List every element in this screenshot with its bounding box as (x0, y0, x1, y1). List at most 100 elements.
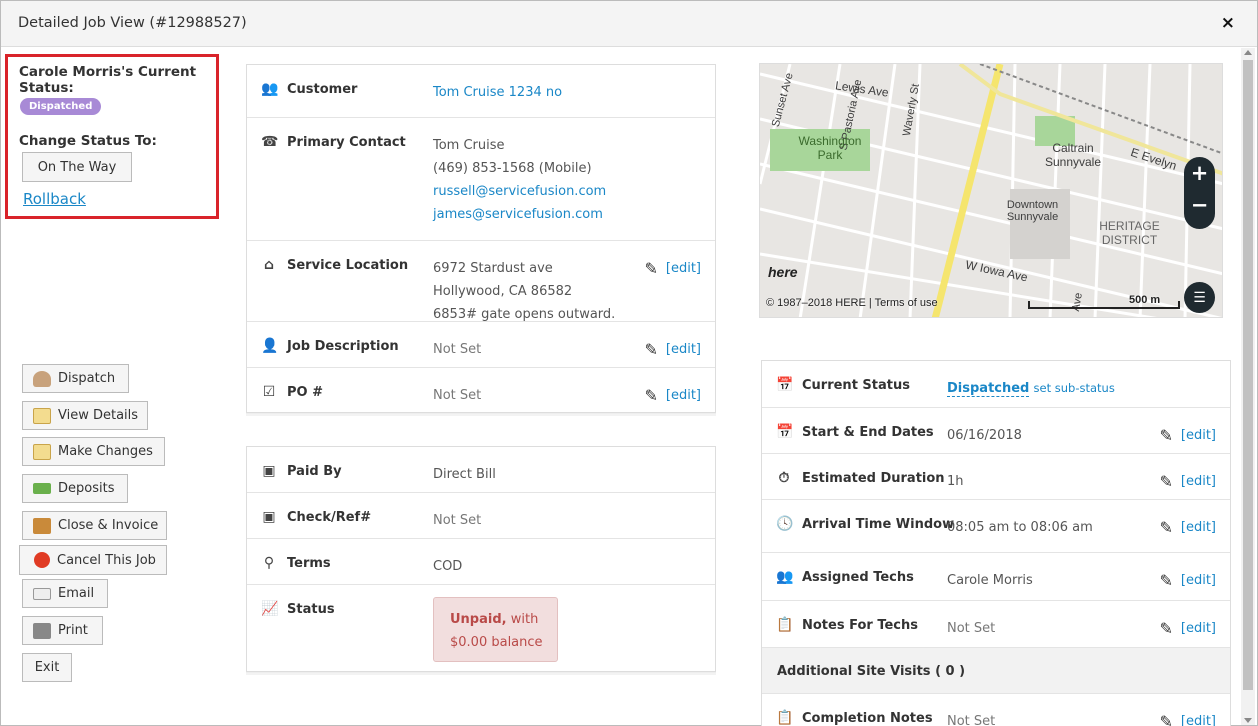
contact-name: Tom Cruise (433, 138, 505, 153)
completion-notes-label: Completion Notes (802, 710, 933, 726)
pencil-icon: ✎ (644, 259, 658, 278)
close-invoice-button[interactable]: Close & Invoice (22, 511, 167, 540)
close-invoice-label: Close & Invoice (58, 518, 159, 533)
line-chart-icon: 📈 (261, 601, 279, 617)
set-sub-status-link[interactable]: set sub-status (1034, 381, 1115, 395)
edit-description-button[interactable]: ✎ [edit] (644, 340, 701, 359)
rollback-link[interactable]: Rollback (23, 190, 86, 208)
dispatch-label: Dispatch (58, 371, 116, 386)
primary-contact-row: ☎ Primary Contact Tom Cruise (469) 853-15… (247, 118, 715, 241)
pencil-icon: ✎ (1159, 571, 1173, 590)
on-the-way-button[interactable]: On The Way (22, 152, 132, 182)
customer-label: Customer (287, 81, 358, 97)
job-description-row: 👤 Job Description Not Set ✎ [edit] (247, 322, 715, 368)
unpaid-text: Unpaid, (450, 612, 507, 627)
service-location-label: Service Location (287, 257, 409, 273)
close-button[interactable]: × (1221, 13, 1235, 33)
contact-phone: (469) 853-1568 (Mobile) (433, 161, 592, 176)
arrival-window-label: Arrival Time Window (802, 516, 955, 532)
notes-for-techs-label: Notes For Techs (802, 617, 918, 633)
deposits-label: Deposits (58, 481, 115, 496)
calendar-icon: 📅 (776, 377, 794, 393)
stopwatch-icon: ⏱ (778, 470, 790, 486)
people-icon: 👥 (776, 569, 794, 585)
notepad-icon (33, 407, 51, 424)
assigned-techs-value: Carole Morris (947, 573, 1033, 588)
payment-status-label: Status (287, 601, 335, 617)
place-label: HERITAGE DISTRICT (1099, 219, 1160, 247)
print-button[interactable]: Print (22, 616, 103, 645)
money-icon: ▣ (262, 463, 276, 479)
current-status-row: 📅 Current Status Dispatched set sub-statu… (762, 361, 1230, 408)
pencil-notepad-icon (33, 443, 51, 460)
scrollbar[interactable] (1241, 48, 1255, 725)
edit-po-button[interactable]: ✎ [edit] (644, 386, 701, 405)
assigned-techs-label: Assigned Techs (802, 569, 914, 585)
current-status-label: Current Status (802, 377, 910, 393)
unpaid-alert: Unpaid, with $0.00 balance (433, 597, 558, 662)
dates-label: Start & End Dates (802, 424, 934, 440)
exit-label: Exit (34, 660, 60, 675)
completion-notes-row: 📋 Completion Notes Not Set ✎ [edit] (762, 694, 1230, 726)
zoom-out-button[interactable]: − (1184, 193, 1215, 217)
deposits-button[interactable]: Deposits (22, 474, 128, 503)
edit-completion-button[interactable]: ✎ [edit] (1159, 712, 1216, 726)
change-status-label: Change Status To: (19, 133, 157, 149)
make-changes-button[interactable]: Make Changes (22, 437, 165, 466)
printer-icon (33, 622, 51, 639)
email-button[interactable]: Email (22, 579, 108, 608)
job-description-value: Not Set (433, 342, 482, 357)
zoom-in-button[interactable]: + (1184, 161, 1215, 185)
scroll-up-icon[interactable] (1244, 50, 1252, 55)
clipboard-icon: 📋 (776, 710, 794, 726)
current-status-box: Carole Morris's Current Status: Dispatch… (5, 54, 219, 219)
billing-panel: ▣ Paid By Direct Bill ▣ Check/Ref# Not Set… (246, 446, 716, 672)
notes-for-techs-row: 📋 Notes For Techs Not Set ✎ [edit] (762, 601, 1230, 648)
po-row: ☑ PO # Not Set ✎ [edit] (247, 368, 715, 414)
check-ref-row: ▣ Check/Ref# Not Set (247, 493, 715, 539)
email-label: Email (58, 586, 95, 601)
map-scale-label: 500 m (1129, 294, 1161, 306)
map-canvas[interactable] (760, 64, 1223, 318)
layers-button[interactable]: ☰ (1184, 282, 1215, 313)
current-status-value[interactable]: Dispatched (947, 381, 1030, 397)
edit-techs-button[interactable]: ✎ [edit] (1159, 571, 1216, 590)
payment-status-row: 📈 Status Unpaid, with $0.00 balance (247, 585, 715, 673)
print-label: Print (58, 623, 88, 638)
dispatch-button[interactable]: Dispatch (22, 364, 129, 393)
contact-email-2[interactable]: james@servicefusion.com (433, 203, 606, 226)
contact-email-1[interactable]: russell@servicefusion.com (433, 180, 606, 203)
pen-nib-icon: ⚲ (263, 555, 275, 571)
phone-icon: ☎ (261, 134, 279, 150)
cancel-job-button[interactable]: Cancel This Job (19, 545, 167, 575)
edit-dates-button[interactable]: ✎ [edit] (1159, 426, 1216, 445)
edit-notes-button[interactable]: ✎ [edit] (1159, 619, 1216, 638)
primary-contact-label: Primary Contact (287, 134, 406, 150)
person-icon (33, 370, 51, 387)
edit-duration-button[interactable]: ✎ [edit] (1159, 472, 1216, 491)
assigned-techs-row: 👥 Assigned Techs Carole Morris ✎ [edit] (762, 553, 1230, 601)
scroll-down-icon[interactable] (1244, 718, 1252, 723)
customer-link[interactable]: Tom Cruise 1234 no (433, 81, 562, 104)
location-line-2: Hollywood, CA 86582 (433, 284, 573, 299)
envelope-icon (33, 587, 51, 600)
exit-button[interactable]: Exit (22, 653, 72, 682)
arrival-window-value: 08:05 am to 08:06 am (947, 520, 1093, 535)
terms-row: ⚲ Terms COD (247, 539, 715, 585)
view-details-button[interactable]: View Details (22, 401, 148, 430)
person-speech-icon: 👤 (261, 338, 279, 354)
dates-value: 06/16/2018 (947, 428, 1022, 443)
map-copyright[interactable]: © 1987–2018 HERE | Terms of use (766, 297, 938, 309)
edit-arrival-button[interactable]: ✎ [edit] (1159, 518, 1216, 537)
additional-visits-row[interactable]: Additional Site Visits ( 0 ) (762, 648, 1230, 694)
scrollbar-thumb[interactable] (1243, 60, 1253, 690)
stop-icon (34, 552, 50, 568)
people-icon: 👥 (261, 81, 279, 97)
check-ref-label: Check/Ref# (287, 509, 372, 525)
edit-location-button[interactable]: ✎ [edit] (644, 259, 701, 278)
make-changes-label: Make Changes (58, 444, 153, 459)
customer-panel: 👥 Customer Tom Cruise 1234 no ☎ Primary Co… (246, 64, 716, 413)
map-view[interactable]: Lewis Ave Sunset Ave S Pastoria Ave Wave… (759, 63, 1223, 318)
home-icon: ⌂ (263, 257, 275, 273)
job-description-label: Job Description (287, 338, 399, 354)
